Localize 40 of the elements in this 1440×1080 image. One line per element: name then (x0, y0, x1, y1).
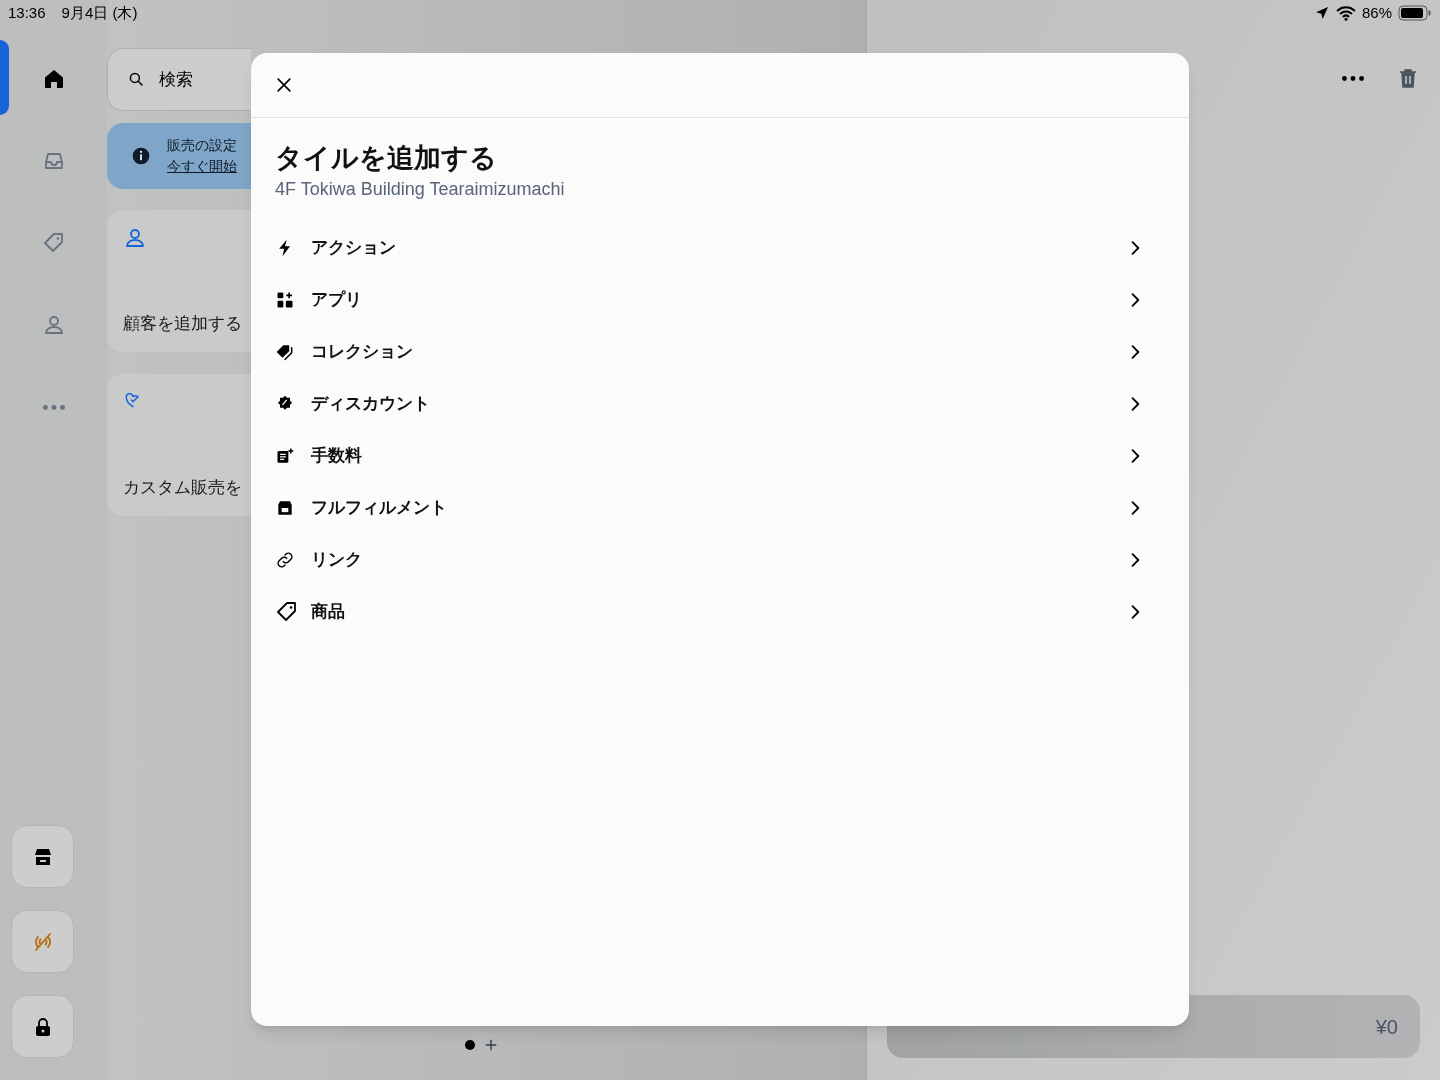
box-icon (275, 498, 295, 518)
tile-option[interactable]: フルフィルメント (275, 482, 1165, 534)
tile-card[interactable]: 顧客を追加する (107, 210, 251, 352)
battery-percentage: 86% (1361, 2, 1392, 23)
tile-option[interactable]: 商品 (275, 586, 1165, 638)
status-date: 9月4日 (木) (61, 2, 138, 23)
lock-button[interactable] (11, 995, 74, 1058)
more-icon (42, 404, 65, 410)
banner-text: 販売の設定 (167, 136, 237, 155)
checkout-amount: ¥0 (1375, 1014, 1398, 1040)
status-time: 13:36 (8, 2, 46, 23)
battery-icon (1398, 5, 1432, 21)
search-field[interactable]: 検索 (107, 48, 251, 111)
tag-icon (275, 600, 299, 624)
more-button[interactable] (1342, 75, 1364, 81)
more-icon (1342, 75, 1364, 81)
tile-option[interactable]: リンク (275, 534, 1165, 586)
start-link[interactable]: 今すぐ開始 (167, 156, 237, 177)
person-icon (123, 226, 147, 250)
tile-option[interactable]: ディスカウント (275, 378, 1165, 430)
tile-option[interactable]: アクション (275, 222, 1165, 274)
tags-icon (275, 342, 295, 362)
wifi-icon (1335, 3, 1356, 23)
search-icon (127, 70, 145, 88)
dialog-title: タイルを追加する (275, 142, 498, 175)
info-icon (131, 146, 151, 166)
tile-label: カスタム販売を (123, 476, 243, 499)
receipt-icon (275, 446, 295, 466)
plus-icon (483, 1037, 499, 1053)
tile-option[interactable]: コレクション (275, 326, 1165, 378)
store-button[interactable] (11, 825, 74, 888)
dialog-subtitle: 4F Tokiwa Building Tearaimizumachi (275, 178, 566, 201)
link-icon (275, 550, 295, 570)
tile-card[interactable]: カスタム販売を (107, 374, 251, 516)
tag-icon (41, 231, 66, 255)
tile-option[interactable]: 手数料 (275, 430, 1165, 482)
close-icon (274, 75, 294, 95)
apps-icon (275, 290, 295, 310)
tile-option[interactable]: アプリ (275, 274, 1165, 326)
tile-label: 顧客を追加する (123, 312, 243, 335)
